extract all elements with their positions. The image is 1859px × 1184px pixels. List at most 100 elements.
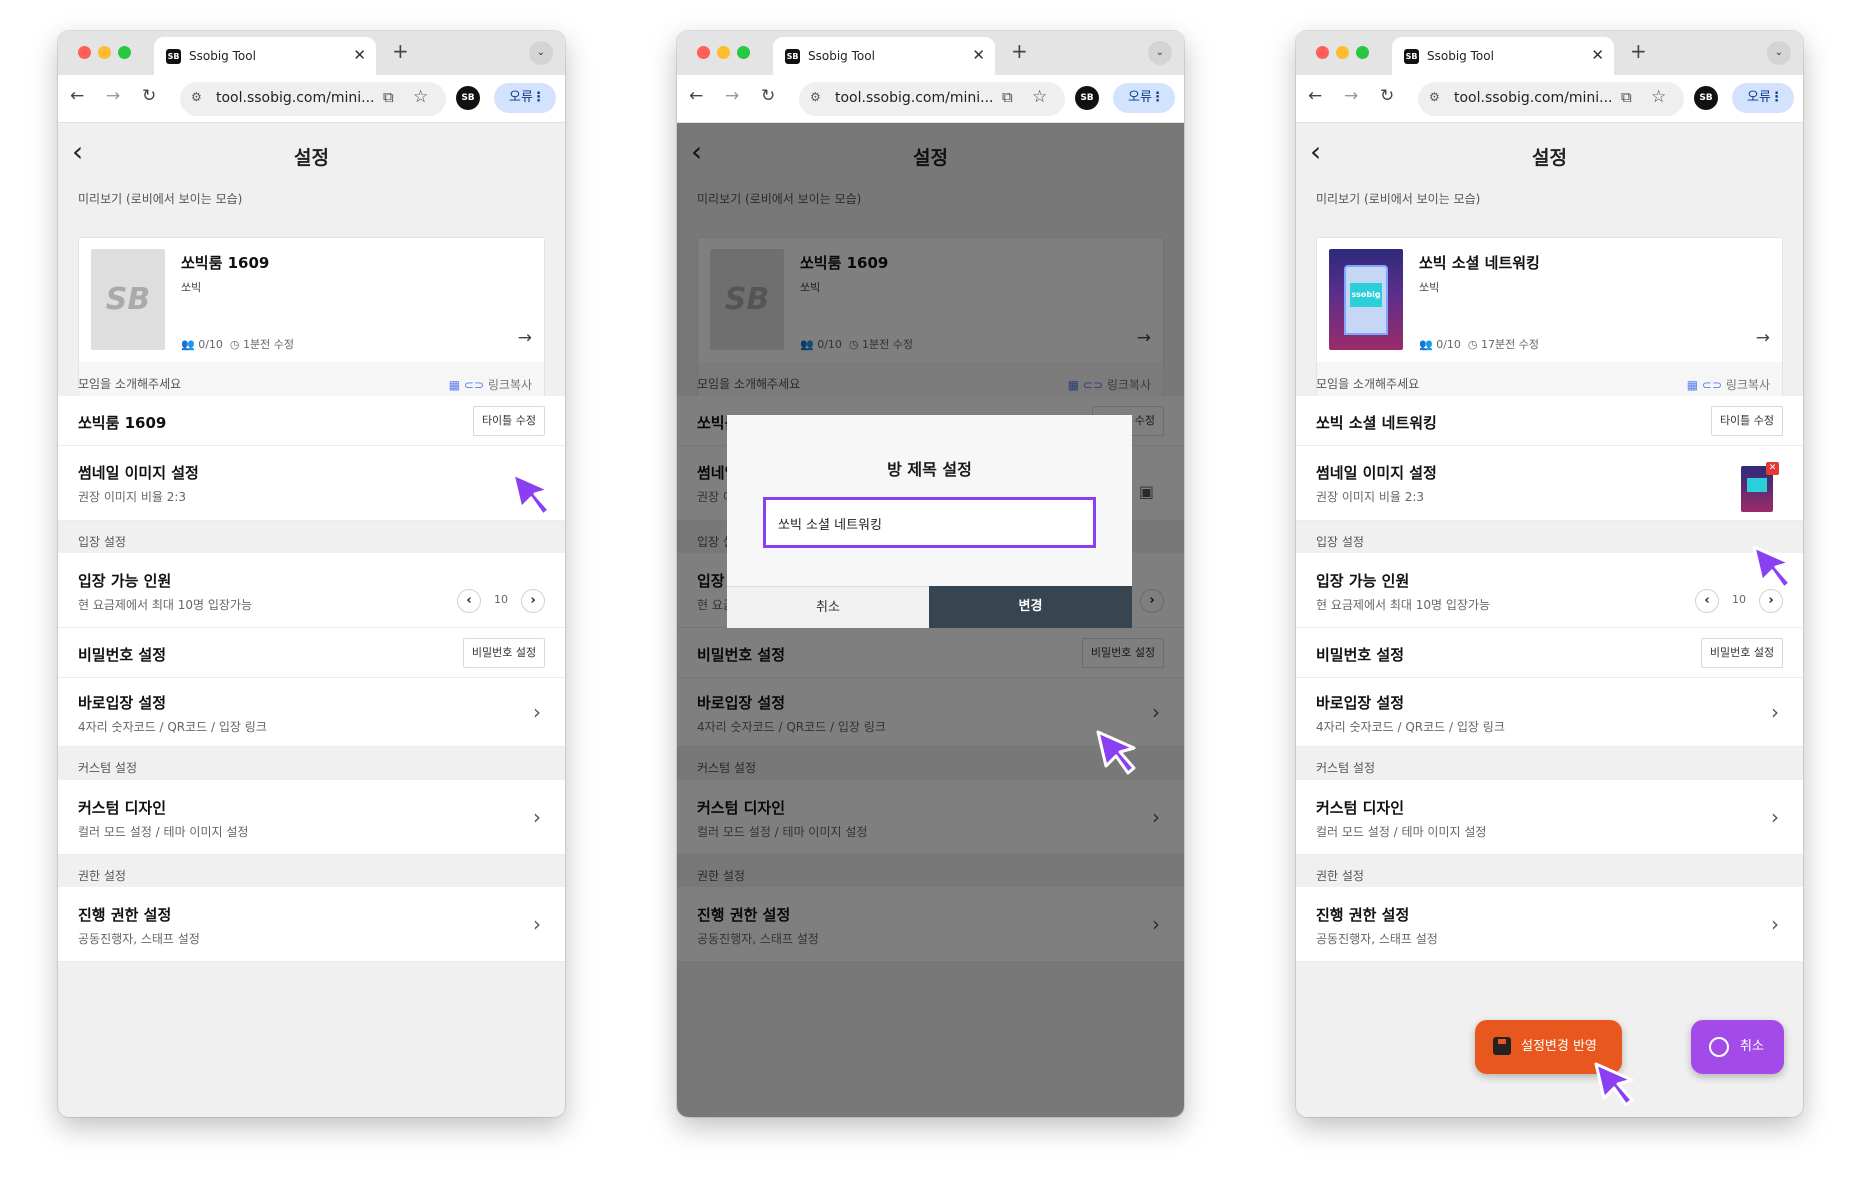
forward-icon[interactable]: → bbox=[1344, 86, 1358, 106]
back-icon[interactable]: ← bbox=[1308, 86, 1322, 106]
remove-thumbnail-icon[interactable]: ✕ bbox=[1766, 462, 1779, 475]
capacity-count: 0/10 bbox=[1436, 338, 1461, 351]
share-icon[interactable]: ⧉ bbox=[1621, 88, 1632, 106]
qr-icon[interactable]: ▦ bbox=[1687, 378, 1698, 392]
reload-icon[interactable]: ↻ bbox=[761, 86, 775, 106]
error-chip[interactable]: 오류 ⋮ bbox=[1732, 83, 1794, 113]
password-button[interactable]: 비밀번호 설정 bbox=[1701, 638, 1783, 668]
url-text: tool.ssobig.com/mini... bbox=[216, 90, 375, 106]
browser-window-3: SB Ssobig Tool ✕ + ⌄ ← → ↻ ⚙ tool.ssobig… bbox=[1296, 31, 1803, 1117]
modal-cancel-button[interactable]: 취소 bbox=[727, 586, 929, 628]
decrement-button[interactable]: ‹ bbox=[1695, 589, 1719, 613]
page-header: ‹ 설정 bbox=[1296, 123, 1803, 189]
error-label: 오류 bbox=[509, 90, 533, 105]
thumbnail-title: 썸네일 이미지 설정 bbox=[78, 464, 199, 482]
decrement-button[interactable]: ‹ bbox=[457, 589, 481, 613]
tab-search-button[interactable]: ⌄ bbox=[1148, 41, 1172, 65]
share-icon[interactable]: ⧉ bbox=[1002, 88, 1013, 106]
address-bar[interactable]: ⚙ tool.ssobig.com/mini... ⧉ ☆ bbox=[799, 82, 1065, 116]
forward-icon[interactable]: → bbox=[106, 86, 120, 106]
minimize-window-button[interactable] bbox=[717, 46, 730, 59]
menu-icon[interactable]: ⋮ bbox=[1770, 83, 1783, 113]
forward-icon[interactable]: → bbox=[725, 86, 739, 106]
preview-label: 미리보기 (로비에서 보이는 모습) bbox=[78, 192, 243, 206]
close-tab-icon[interactable]: ✕ bbox=[1591, 46, 1604, 64]
favicon-icon: SB bbox=[785, 49, 800, 64]
close-window-button[interactable] bbox=[1316, 46, 1329, 59]
perm-row[interactable]: 진행 권한 설정 공동진행자, 스태프 설정 › bbox=[58, 887, 565, 962]
error-chip[interactable]: 오류 ⋮ bbox=[494, 83, 556, 113]
browser-tab[interactable]: SB Ssobig Tool ✕ bbox=[773, 37, 995, 75]
close-window-button[interactable] bbox=[697, 46, 710, 59]
thumbnail-row[interactable]: 썸네일 이미지 설정 권장 이미지 비율 2:3 ✕ bbox=[1296, 446, 1803, 521]
thumbnail-row[interactable]: 썸네일 이미지 설정 권장 이미지 비율 2:3 ▣ bbox=[58, 446, 565, 521]
arrow-right-icon[interactable]: → bbox=[518, 328, 532, 348]
maximize-window-button[interactable] bbox=[737, 46, 750, 59]
extension-icon[interactable]: SB bbox=[456, 86, 480, 110]
tab-search-button[interactable]: ⌄ bbox=[1767, 41, 1791, 65]
arcade-thumbnail: ssobig bbox=[1329, 249, 1403, 350]
increment-button[interactable]: › bbox=[1759, 589, 1783, 613]
password-button[interactable]: 비밀번호 설정 bbox=[463, 638, 545, 668]
room-title-input[interactable]: 쏘빅 소셜 네트워킹 bbox=[763, 497, 1096, 548]
direct-entry-row[interactable]: 바로입장 설정 4자리 숫자코드 / QR코드 / 입장 링크 › bbox=[58, 678, 565, 747]
increment-button[interactable]: › bbox=[521, 589, 545, 613]
modal-confirm-button[interactable]: 변경 bbox=[929, 586, 1132, 628]
capacity-title: 입장 가능 인원 bbox=[1316, 572, 1410, 590]
arrow-right-icon[interactable]: → bbox=[1756, 328, 1770, 348]
maximize-window-button[interactable] bbox=[1356, 46, 1369, 59]
extension-icon[interactable]: SB bbox=[1694, 86, 1718, 110]
extension-icon[interactable]: SB bbox=[1075, 86, 1099, 110]
qr-icon[interactable]: ▦ bbox=[449, 378, 460, 392]
reload-icon[interactable]: ↻ bbox=[1380, 86, 1394, 106]
close-tab-icon[interactable]: ✕ bbox=[972, 46, 985, 64]
menu-icon[interactable]: ⋮ bbox=[532, 83, 545, 113]
star-icon[interactable]: ☆ bbox=[1032, 87, 1047, 107]
close-window-button[interactable] bbox=[78, 46, 91, 59]
link-copy[interactable]: ▦ ⊂⊃ 링크복사 bbox=[449, 376, 532, 393]
design-row[interactable]: 커스텀 디자인 컬러 모드 설정 / 테마 이미지 설정 › bbox=[1296, 780, 1803, 855]
maximize-window-button[interactable] bbox=[118, 46, 131, 59]
new-tab-button[interactable]: + bbox=[1630, 39, 1647, 63]
tune-icon[interactable]: ⚙ bbox=[810, 90, 821, 104]
chevron-right-icon: › bbox=[533, 912, 541, 936]
perm-label: 권한 설정 bbox=[78, 869, 126, 883]
clock-icon: ◷ bbox=[1467, 338, 1482, 351]
menu-icon[interactable]: ⋮ bbox=[1151, 83, 1164, 113]
back-icon[interactable]: ← bbox=[689, 86, 703, 106]
capacity-stepper: ‹ 10 › bbox=[457, 589, 545, 613]
room-title: 쏘빅 소셜 네트워킹 bbox=[1316, 414, 1437, 432]
password-title: 비밀번호 설정 bbox=[78, 646, 167, 664]
title-edit-button[interactable]: 타이틀 수정 bbox=[473, 406, 545, 436]
back-icon[interactable]: ← bbox=[70, 86, 84, 106]
title-edit-button[interactable]: 타이틀 수정 bbox=[1711, 406, 1783, 436]
tune-icon[interactable]: ⚙ bbox=[191, 90, 202, 104]
error-chip[interactable]: 오류 ⋮ bbox=[1113, 83, 1175, 113]
new-tab-button[interactable]: + bbox=[1011, 39, 1028, 63]
new-tab-button[interactable]: + bbox=[392, 39, 409, 63]
address-bar[interactable]: ⚙ tool.ssobig.com/mini... ⧉ ☆ bbox=[180, 82, 446, 116]
close-tab-icon[interactable]: ✕ bbox=[353, 46, 366, 64]
direct-entry-row[interactable]: 바로입장 설정 4자리 숫자코드 / QR코드 / 입장 링크 › bbox=[1296, 678, 1803, 747]
cancel-changes-button[interactable]: 취소 bbox=[1691, 1020, 1784, 1074]
design-row[interactable]: 커스텀 디자인 컬러 모드 설정 / 테마 이미지 설정 › bbox=[58, 780, 565, 855]
people-icon: 👥 bbox=[1419, 338, 1437, 351]
clock-icon: ◷ bbox=[229, 338, 244, 351]
reload-icon[interactable]: ↻ bbox=[142, 86, 156, 106]
link-copy[interactable]: ▦ ⊂⊃ 링크복사 bbox=[1687, 376, 1770, 393]
tune-icon[interactable]: ⚙ bbox=[1429, 90, 1440, 104]
browser-tab[interactable]: SB Ssobig Tool ✕ bbox=[154, 37, 376, 75]
favicon-icon: SB bbox=[1404, 49, 1419, 64]
perm-row[interactable]: 진행 권한 설정 공동진행자, 스태프 설정 › bbox=[1296, 887, 1803, 962]
browser-tab[interactable]: SB Ssobig Tool ✕ bbox=[1392, 37, 1614, 75]
minimize-window-button[interactable] bbox=[1336, 46, 1349, 59]
room-meta: 👥 0/10 ◷ 17분전 수정 bbox=[1419, 336, 1539, 352]
address-bar[interactable]: ⚙ tool.ssobig.com/mini... ⧉ ☆ bbox=[1418, 82, 1684, 116]
star-icon[interactable]: ☆ bbox=[1651, 87, 1666, 107]
star-icon[interactable]: ☆ bbox=[413, 87, 428, 107]
share-icon[interactable]: ⧉ bbox=[383, 88, 394, 106]
link-copy-label: 링크복사 bbox=[487, 378, 532, 392]
tab-search-button[interactable]: ⌄ bbox=[529, 41, 553, 65]
minimize-window-button[interactable] bbox=[98, 46, 111, 59]
capacity-value: 10 bbox=[494, 593, 508, 606]
